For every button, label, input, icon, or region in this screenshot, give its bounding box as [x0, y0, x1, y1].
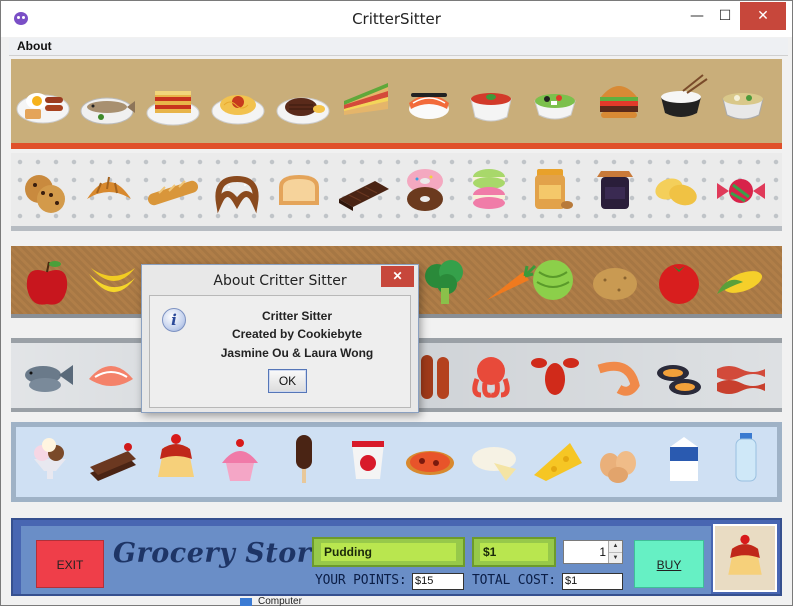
apple-icon[interactable] [17, 254, 77, 310]
shrimp-icon[interactable] [587, 349, 647, 405]
ok-button[interactable]: OK [268, 369, 307, 393]
ice-cream-bar-icon[interactable] [274, 431, 334, 487]
croissant-icon[interactable] [79, 163, 139, 219]
broccoli-icon[interactable] [415, 254, 475, 310]
spaghetti-icon[interactable] [208, 75, 268, 131]
price-field: $1 [472, 537, 556, 567]
exit-button[interactable]: EXIT [36, 540, 104, 588]
quantity-value: 1 [599, 545, 606, 559]
buy-button[interactable]: BUY [634, 540, 704, 588]
toast-icon[interactable] [269, 163, 329, 219]
menu-bar: About [9, 38, 788, 56]
minimize-button[interactable]: — [683, 2, 711, 30]
donuts-icon[interactable] [395, 161, 455, 217]
cost-value: $1 [562, 573, 623, 590]
baguette-icon[interactable] [143, 163, 203, 219]
chocolate-bar-icon[interactable] [333, 165, 393, 221]
corn-icon[interactable] [711, 254, 771, 310]
dialog-body: i Critter Sitter Created by Cookiebyte J… [149, 295, 411, 408]
cake-slice-icon[interactable] [82, 433, 142, 489]
shelf-meals [11, 59, 782, 149]
yogurt-icon[interactable] [338, 433, 398, 489]
dialog-credit: Created by Cookiebyte [231, 327, 363, 341]
mussels-icon[interactable] [649, 349, 709, 405]
tomato-soup-icon[interactable] [461, 75, 521, 131]
bacon-icon[interactable] [711, 349, 771, 405]
lobster-icon[interactable] [525, 349, 585, 405]
dialog-title-bar[interactable]: About Critter Sitter ✕ [142, 265, 418, 295]
pudding-icon[interactable] [146, 431, 206, 487]
cheese-wedge-icon[interactable] [528, 433, 588, 489]
price-value: $1 [480, 543, 548, 561]
eggs-icon[interactable] [590, 433, 650, 489]
lettuce-icon[interactable] [523, 252, 583, 308]
bananas-icon[interactable] [81, 254, 141, 310]
jam-jar-icon[interactable] [585, 161, 645, 217]
menu-about[interactable]: About [17, 39, 52, 53]
dialog-app-name: Critter Sitter [261, 309, 332, 323]
taskbar-computer: Computer [240, 596, 340, 606]
selected-item-field: Pudding [312, 537, 465, 567]
store-title: Grocery Store [113, 538, 330, 569]
taskbar-label: Computer [258, 596, 302, 606]
title-bar[interactable]: CritterSitter — ☐ ✕ [1, 1, 792, 37]
about-dialog: About Critter Sitter ✕ i Critter Sitter … [141, 264, 419, 413]
dialog-title: About Critter Sitter [213, 273, 347, 289]
ice-cream-sundae-icon[interactable] [20, 433, 80, 489]
decrement-arrow-icon[interactable]: ▼ [609, 552, 622, 563]
sushi-icon[interactable] [399, 73, 459, 129]
dialog-close-button[interactable]: ✕ [381, 266, 414, 287]
candy-icon[interactable] [711, 163, 771, 219]
pizza-icon[interactable] [400, 433, 460, 489]
pudding-icon [728, 534, 762, 575]
peanut-butter-icon[interactable] [521, 161, 581, 217]
increment-arrow-icon[interactable]: ▲ [609, 541, 622, 552]
steak-plate-icon[interactable] [273, 77, 333, 133]
salad-icon[interactable] [525, 75, 585, 131]
pretzel-icon[interactable] [207, 163, 267, 219]
burger-icon[interactable] [589, 71, 649, 127]
quantity-stepper[interactable]: 1 ▲ ▼ [563, 540, 623, 564]
lasagna-icon[interactable] [143, 75, 203, 131]
shelf-desserts-dairy [11, 422, 782, 502]
salmon-steak-icon[interactable] [81, 349, 141, 405]
info-icon: i [162, 308, 186, 332]
selected-item-preview [713, 524, 777, 592]
points-label: YOUR POINTS: [315, 573, 407, 588]
close-button[interactable]: ✕ [740, 2, 786, 30]
rice-bowl-icon[interactable] [651, 71, 711, 127]
brie-cheese-icon[interactable] [464, 433, 524, 489]
sandwich-icon[interactable] [336, 71, 396, 127]
quantity-arrows[interactable]: ▲ ▼ [608, 541, 622, 563]
points-value: $15 [412, 573, 464, 590]
cupcake-icon[interactable] [210, 433, 270, 489]
tomato-icon[interactable] [649, 254, 709, 310]
cost-label: TOTAL COST: [472, 573, 556, 588]
grocery-store-panel: EXIT Grocery Store Pudding $1 1 ▲ ▼ BUY … [11, 518, 782, 596]
fish-plate-icon[interactable] [77, 77, 137, 133]
chips-icon[interactable] [647, 163, 707, 219]
selected-item-name: Pudding [321, 543, 456, 561]
macarons-icon[interactable] [459, 161, 519, 217]
maximize-button[interactable]: ☐ [711, 2, 739, 30]
breakfast-plate-icon[interactable] [13, 75, 73, 131]
cookies-icon[interactable] [15, 165, 75, 221]
store-controls: EXIT Grocery Store Pudding $1 1 ▲ ▼ BUY … [21, 526, 711, 594]
fish-icon[interactable] [17, 349, 77, 405]
water-bottle-icon[interactable] [716, 431, 776, 487]
milk-carton-icon[interactable] [654, 431, 714, 487]
potato-icon[interactable] [585, 254, 645, 310]
noodle-soup-icon[interactable] [713, 73, 773, 129]
dialog-authors: Jasmine Ou & Laura Wong [220, 346, 374, 360]
window-title: CritterSitter [352, 10, 441, 28]
octopus-icon[interactable] [461, 349, 521, 405]
shelf-snacks [11, 153, 782, 231]
